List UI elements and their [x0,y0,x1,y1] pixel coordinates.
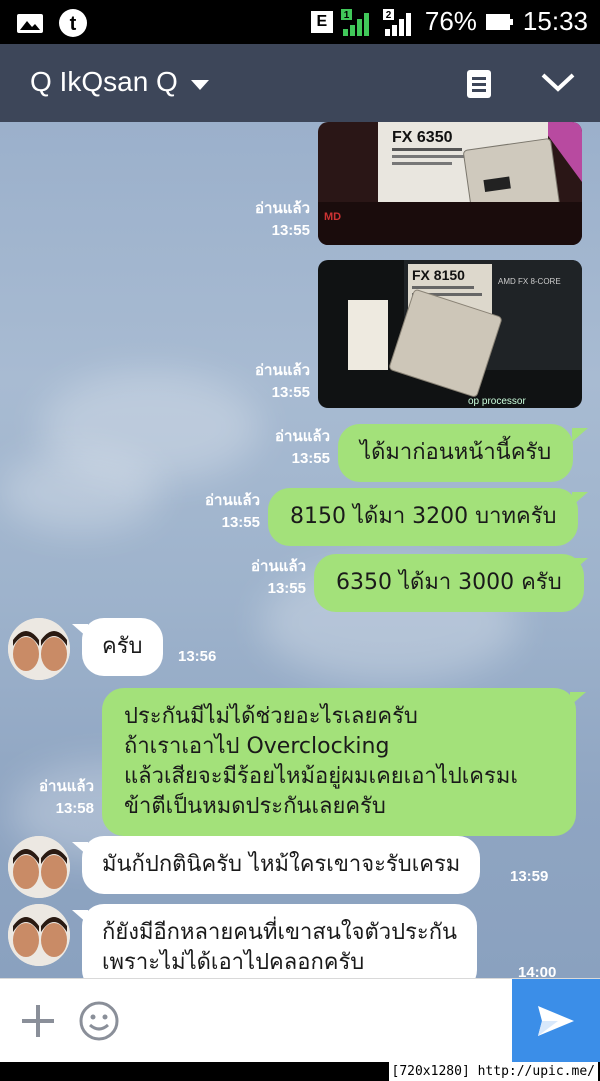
box-caption: op processor [468,396,526,407]
tumblr-icon: t [59,9,87,37]
incoming-message[interactable]: มันก้ปกตินิครับ ไหม้ใครเขาจะรับเครม [82,836,481,894]
message-status: อ่านแล้ว 13:58 [14,776,94,820]
message-text: 8150 ได้มา 3200 บาทครับ [290,504,557,529]
message-text: มันก้ปกตินิครับ ไหม้ใครเขาจะรับเครม [102,852,461,877]
read-receipt: อ่านแล้ว [205,492,260,509]
message-time: 13:55 [271,222,310,239]
chevron-down-icon[interactable] [191,80,209,90]
read-receipt: อ่านแล้ว [251,558,306,575]
outgoing-message[interactable]: 8150 ได้มา 3200 บาทครับ [268,488,579,546]
watermark: [720x1280] http://upic.me/ [388,1062,598,1081]
read-receipt: อ่านแล้ว [255,200,310,217]
message-status: อ่านแล้ว 13:55 [252,426,330,470]
incoming-message[interactable]: ครับ [82,618,163,676]
outgoing-message[interactable]: 6350 ได้มา 3000 ครับ [314,554,584,612]
message-text: ข้าตีเป็นหมดประกันเลยครับ [124,794,386,819]
message-status: อ่านแล้ว 13:55 [232,198,310,242]
read-receipt: อ่านแล้ว [39,778,94,795]
box-label: FX 8150 [412,267,465,283]
message-status: อ่านแล้ว 13:55 [232,360,310,404]
message-text: เพราะไม่ได้เอาไปคลอกครับ [102,950,365,975]
signal-icon: 2 [382,8,411,36]
message-text: ก้ยังมีอีกหลายคนที่เขาสนใจตัวประกัน [102,920,458,945]
read-receipt: อ่านแล้ว [255,362,310,379]
photo-message[interactable]: FX 8150 AMD FX 8-CORE op processor [318,260,582,408]
read-receipt: อ่านแล้ว [275,428,330,445]
bubble-tail [570,692,586,706]
box-side-label: AMD FX 8-CORE [498,277,561,286]
avatar[interactable] [8,904,70,966]
message-time: 13:55 [291,450,330,467]
bubble-tail [572,492,588,506]
signal-icon: 1 [340,8,369,36]
chat-title[interactable]: Q IkQsan Q [30,66,178,98]
message-time: 13:55 [221,514,260,531]
message-time: 13:55 [271,384,310,401]
message-text: ประกันมีไม่ได้ช่วยอะไรเลยครับ [124,704,418,729]
incoming-message[interactable]: ก้ยังมีอีกหลายคนที่เขาสนใจตัวประกัน เพรา… [82,904,478,978]
gallery-icon [17,14,43,33]
status-bar: t E 1 2 76% 15:33 [0,0,600,44]
message-text: ครับ [102,634,143,659]
chat-header: Q IkQsan Q [0,44,600,122]
svg-text:MD: MD [324,211,341,223]
avatar[interactable] [8,836,70,898]
chat-area[interactable]: อ่านแล้ว 13:55 FX 6350 MD อ่านแล้ว 13:55 [0,122,600,978]
message-time: 13:55 [267,580,306,597]
avatar[interactable] [8,618,70,680]
battery-icon [485,13,513,30]
message-text: แล้วเสียจะมีร้อยไหม้อยู่ผมเคยเอาไปเครมเ [124,764,518,789]
send-button[interactable] [512,979,600,1063]
bubble-tail [572,428,588,442]
message-status: อ่านแล้ว 13:55 [182,490,260,534]
sim1-label: 1 [344,10,350,21]
message-input[interactable] [134,991,504,1051]
message-time: 14:00 [518,964,557,978]
network-type-badge: E [310,10,333,33]
battery-percent: 76% [424,6,477,36]
note-icon[interactable] [465,68,493,100]
photo-message[interactable]: FX 6350 MD [318,122,582,245]
message-text: 6350 ได้มา 3000 ครับ [336,570,562,595]
message-input-bar [0,978,600,1063]
cpu-box-photo: FX 8150 AMD FX 8-CORE op processor [318,260,582,408]
box-label: FX 6350 [392,129,453,146]
message-text: ถ้าเราเอาไป Overclocking [124,734,390,759]
message-time: 13:58 [55,800,94,817]
smiley-icon[interactable] [78,1000,120,1042]
message-time: 13:59 [510,868,549,885]
clock: 15:33 [522,6,588,36]
message-status: อ่านแล้ว 13:55 [228,556,306,600]
outgoing-message[interactable]: ประกันมีไม่ได้ช่วยอะไรเลยครับ ถ้าเราเอาไ… [102,688,576,836]
sim2-label: 2 [386,10,392,21]
message-text: ได้มาก่อนหน้านี้ครับ [360,440,552,465]
cpu-box-photo: FX 6350 MD [318,122,582,245]
message-time: 13:56 [178,648,217,665]
chevron-down-icon[interactable] [540,70,576,94]
plus-icon[interactable] [20,1003,56,1039]
svg-text:t: t [70,13,77,35]
outgoing-message[interactable]: ได้มาก่อนหน้านี้ครับ [338,424,574,482]
send-icon [538,1006,574,1036]
bubble-tail [572,558,588,572]
